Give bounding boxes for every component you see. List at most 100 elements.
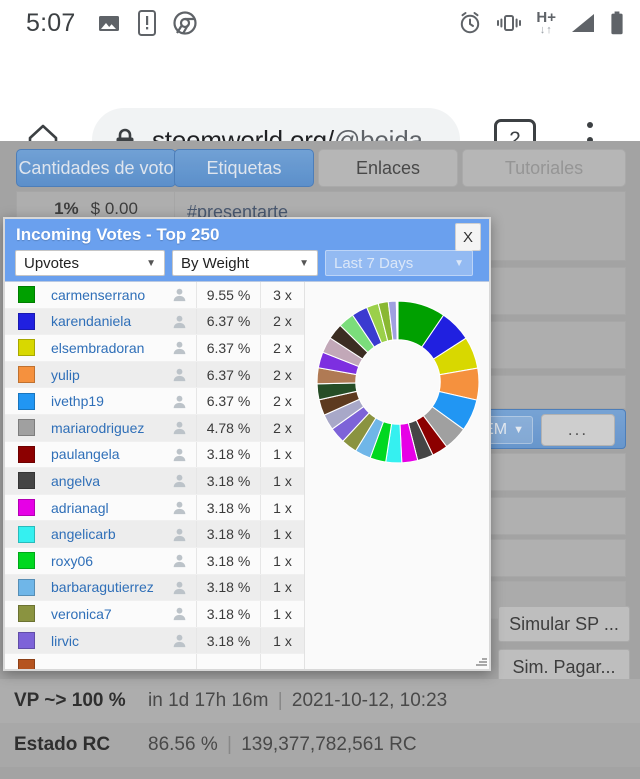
vote-account-link[interactable]: elsembradoran [47, 340, 162, 356]
vibrate-icon [497, 15, 522, 31]
vote-color-swatch [17, 419, 35, 437]
vote-row[interactable]: barbaragutierrez 3.18 % 1 x [5, 574, 304, 602]
tab-enlaces[interactable]: Enlaces [318, 149, 458, 187]
vote-count: 2 x [260, 308, 304, 335]
person-avatar-icon[interactable] [162, 447, 196, 462]
vote-account-link[interactable]: paulangela [47, 446, 162, 462]
vote-color-cell [5, 575, 47, 601]
vote-row[interactable]: lirvic 3.18 % 1 x [5, 627, 304, 655]
person-avatar-icon[interactable] [162, 340, 196, 355]
close-icon[interactable]: X [455, 223, 481, 251]
signal-icon [572, 14, 594, 32]
dialog-body: carmenserrano 9.55 % 3 x karendaniela 6.37 %… [5, 281, 489, 669]
vote-account-link[interactable]: carmenserrano [47, 287, 162, 303]
vote-color-cell [5, 628, 47, 654]
dialog-header[interactable]: Incoming Votes - Top 250 X Upvotes ▼ By … [5, 219, 489, 281]
vote-color-cell [5, 362, 47, 388]
vote-account-link[interactable]: angelva [47, 473, 162, 489]
vote-account-link[interactable]: roxy06 [47, 553, 162, 569]
person-avatar-icon[interactable] [162, 553, 196, 568]
stat-vp-date: 2021-10-12, 10:23 [291, 690, 448, 711]
vote-row[interactable]: angelicarb 3.18 % 1 x [5, 521, 304, 548]
vote-count [260, 654, 304, 669]
stat-key-rc: Estado RC [14, 734, 111, 755]
vote-account-link[interactable]: mariarodriguez [47, 420, 162, 436]
vote-count: 1 x [260, 601, 304, 627]
vote-weight: 3.18 % [196, 441, 260, 468]
vote-color-swatch [17, 472, 35, 490]
vote-row[interactable]: yulip 6.37 % 2 x [5, 361, 304, 389]
vote-row[interactable]: mariarodriguez 4.78 % 2 x [5, 414, 304, 442]
votes-donut-chart-pane [306, 282, 489, 669]
vote-color-swatch [17, 445, 35, 463]
tab-cantidades-de-voto[interactable]: Cantidades de voto [16, 149, 176, 187]
vote-amount: $ 0.00 [90, 199, 138, 218]
vote-type-value: Upvotes [24, 254, 80, 272]
person-avatar-icon[interactable] [162, 420, 196, 435]
vote-row[interactable]: paulangela 3.18 % 1 x [5, 441, 304, 469]
vote-color-cell [5, 601, 47, 627]
person-avatar-icon[interactable] [162, 633, 196, 648]
vote-count: 1 x [260, 627, 304, 654]
vote-account-link[interactable]: veronica7 [47, 606, 162, 622]
person-avatar-icon[interactable] [162, 606, 196, 621]
vote-account-link[interactable]: yulip [47, 367, 162, 383]
vote-account-link[interactable]: ivethp19 [47, 393, 162, 409]
stat-rc-pct: 86.56 % [148, 734, 218, 755]
sort-order-select[interactable]: By Weight ▼ [172, 250, 318, 276]
person-avatar-icon[interactable] [162, 314, 196, 329]
more-options-button[interactable]: ... [541, 414, 615, 446]
vote-type-select[interactable]: Upvotes ▼ [15, 250, 165, 276]
vote-count: 1 x [260, 441, 304, 468]
vote-color-swatch [17, 366, 35, 384]
vote-color-cell [5, 548, 47, 574]
person-avatar-icon[interactable] [162, 287, 196, 302]
vote-account-link[interactable]: lirvic [47, 633, 162, 649]
sort-order-value: By Weight [181, 254, 250, 272]
status-bar-clock: 5:07 [26, 8, 76, 37]
vote-account-link[interactable]: barbaragutierrez [47, 579, 162, 595]
tab-etiquetas[interactable]: Etiquetas [174, 149, 314, 187]
vote-row[interactable]: carmenserrano 9.55 % 3 x [5, 282, 304, 309]
person-avatar-icon[interactable] [162, 394, 196, 409]
time-period-value: Last 7 Days [334, 254, 414, 272]
vote-count: 1 x [260, 521, 304, 547]
incoming-votes-list[interactable]: carmenserrano 9.55 % 3 x karendaniela 6.37 %… [5, 282, 305, 669]
dialog-title: Incoming Votes - Top 250 [16, 225, 220, 244]
hplus-network-icon: H+ ↓↑ [536, 9, 556, 36]
vote-row[interactable]: elsembradoran 6.37 % 2 x [5, 335, 304, 362]
person-avatar-icon[interactable] [162, 527, 196, 542]
stat-value-vp: in 1d 17h 16m | 2021-10-12, 10:23 [148, 690, 447, 712]
vote-color-swatch [17, 632, 35, 650]
simular-sp-button[interactable]: Simular SP ... [498, 606, 630, 642]
vote-account-link[interactable]: adrianagl [47, 500, 162, 516]
dialog-filter-bar: Upvotes ▼ By Weight ▼ Last 7 Days ▼ [15, 250, 473, 276]
vote-row[interactable]: karendaniela 6.37 % 2 x [5, 308, 304, 336]
resize-grip-icon[interactable] [475, 655, 487, 667]
votes-donut-chart [316, 300, 480, 464]
vote-row[interactable]: ivethp19 6.37 % 2 x [5, 388, 304, 415]
time-period-select: Last 7 Days ▼ [325, 250, 473, 276]
person-avatar-icon[interactable] [162, 473, 196, 488]
vote-weight: 4.78 % [196, 414, 260, 441]
tab-tutoriales[interactable]: Tutoriales [462, 149, 626, 187]
chevron-down-icon: ▼ [146, 257, 156, 269]
vote-count: 1 x [260, 494, 304, 521]
vote-row[interactable]: adrianagl 3.18 % 1 x [5, 494, 304, 522]
image-icon [99, 16, 120, 31]
vote-weight: 3.18 % [196, 547, 260, 574]
vote-row[interactable]: veronica7 3.18 % 1 x [5, 601, 304, 628]
person-avatar-icon[interactable] [162, 500, 196, 515]
vote-row[interactable]: angelva 3.18 % 1 x [5, 468, 304, 495]
vote-account-link[interactable]: angelicarb [47, 526, 162, 542]
vote-count: 2 x [260, 388, 304, 414]
account-stats-table: VP ~> 100 % in 1d 17h 16m | 2021-10-12, … [0, 679, 640, 779]
vote-color-swatch [17, 312, 35, 330]
vote-row[interactable]: roxy06 3.18 % 1 x [5, 547, 304, 575]
vote-account-link[interactable]: karendaniela [47, 313, 162, 329]
person-avatar-icon[interactable] [162, 580, 196, 595]
vote-row[interactable] [5, 654, 304, 669]
person-avatar-icon[interactable] [162, 367, 196, 382]
vote-weight: 6.37 % [196, 335, 260, 361]
vote-weight [196, 654, 260, 669]
